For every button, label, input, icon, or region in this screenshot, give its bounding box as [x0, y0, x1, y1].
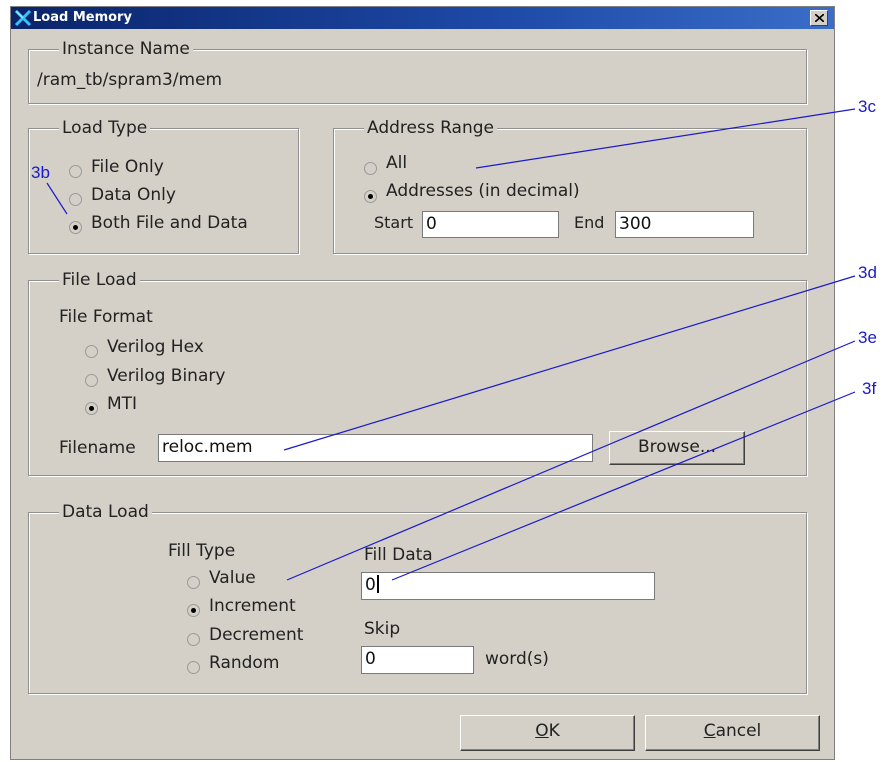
callout-3e: 3e [858, 328, 877, 347]
callout-leaders [46, 108, 856, 581]
leader-3b [46, 182, 68, 215]
leader-3e [286, 340, 856, 581]
callout-3b: 3b [31, 163, 50, 182]
callout-3c: 3c [858, 97, 876, 116]
leader-3f [391, 391, 856, 581]
callout-3f: 3f [862, 379, 877, 398]
callout-3d: 3d [858, 263, 877, 282]
leader-3d [283, 275, 856, 451]
leader-3c [475, 108, 856, 169]
